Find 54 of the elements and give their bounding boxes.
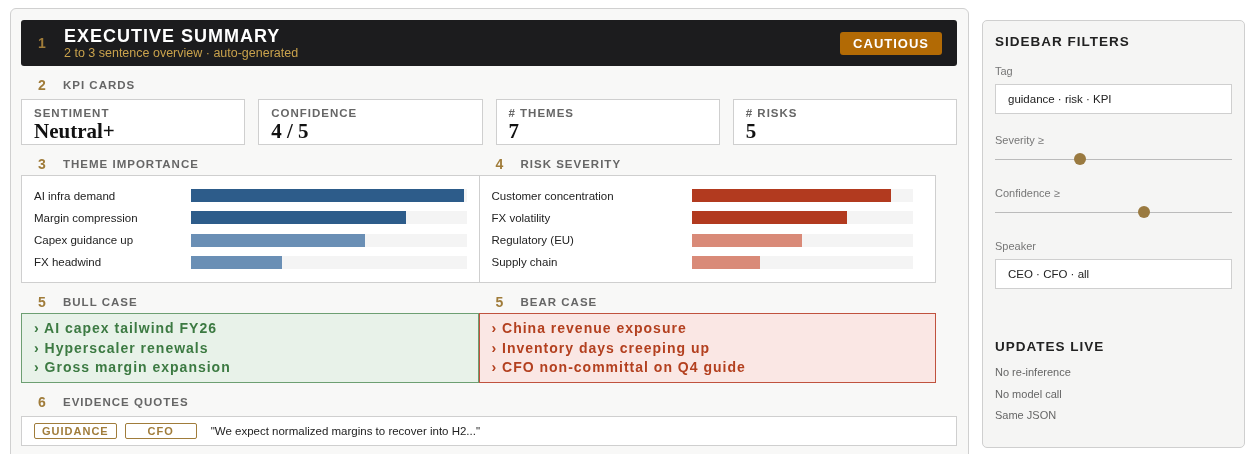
filter-label: Speaker: [995, 240, 1037, 252]
section-number: 3: [38, 156, 47, 172]
note-text: No model call: [995, 386, 1063, 402]
slider-thumb[interactable]: [1138, 206, 1151, 218]
section-number: 5: [38, 294, 47, 310]
quote-tag: CFO: [124, 423, 197, 439]
kpi-value: 7: [508, 120, 520, 142]
section-title: RISK SEVERITY: [520, 158, 622, 170]
slider-thumb[interactable]: [1074, 153, 1087, 165]
kpi-value: Neutral+: [34, 120, 116, 142]
bar-label: Supply chain: [491, 256, 559, 269]
note-text: No re-inference: [995, 365, 1072, 380]
section-number: 2: [38, 77, 47, 93]
kpi-value: 5: [745, 120, 758, 142]
case-point: › AI capex tailwind FY26: [34, 319, 218, 338]
case-point: › Inventory days creeping up: [491, 338, 712, 358]
section-subtitle: 2 to 3 sentence overview · auto-generated: [64, 46, 300, 60]
case-point: › CFO non-committal on Q4 guide: [491, 358, 747, 377]
status-badge: CAUTIOUS: [840, 31, 942, 55]
section-title: THEME IMPORTANCE: [63, 158, 199, 170]
bar-label: Customer concentration: [491, 189, 615, 202]
section-title: KPI CARDS: [63, 79, 136, 91]
section-title: BEAR CASE: [520, 296, 598, 308]
sidebar-title: UPDATES LIVE: [995, 339, 1106, 354]
bar-label: Capex guidance up: [34, 234, 135, 247]
quote-text: "We expect normalized margins to recover into H2...": [210, 425, 481, 437]
case-point: › Gross margin expansion: [34, 358, 232, 377]
kpi-value: 4 / 5: [271, 120, 310, 142]
section-number: 5: [495, 294, 505, 310]
quote-tag: GUIDANCE: [34, 423, 117, 439]
kpi-label: # THEMES: [508, 107, 575, 120]
section-title: EVIDENCE QUOTES: [63, 396, 189, 408]
bar-label: FX volatility: [491, 211, 552, 224]
filter-label: Confidence ≥: [995, 187, 1061, 199]
bar-label: FX headwind: [34, 256, 103, 269]
bar-label: Regulatory (EU): [491, 234, 575, 247]
case-point: › China revenue exposure: [491, 319, 688, 338]
input-field[interactable]: CEO · CFO · all: [995, 259, 1232, 289]
section-number: 6: [38, 394, 47, 410]
section-number: 4: [495, 156, 505, 172]
kpi-label: SENTIMENT: [34, 107, 111, 120]
filter-label: Severity ≥: [995, 134, 1045, 146]
section-title: BULL CASE: [63, 296, 138, 308]
section-title: EXECUTIVE SUMMARY: [64, 26, 282, 46]
kpi-label: CONFIDENCE: [271, 107, 359, 120]
bar-label: AI infra demand: [34, 189, 117, 202]
kpi-label: # RISKS: [745, 107, 799, 120]
bar-label: Margin compression: [34, 211, 139, 224]
section-number: 1: [38, 35, 47, 51]
note-text: Same JSON: [995, 408, 1058, 423]
input-field[interactable]: guidance · risk · KPI: [995, 84, 1232, 114]
case-point: › Hyperscaler renewals: [34, 338, 210, 358]
sidebar-title: SIDEBAR FILTERS: [995, 34, 1131, 49]
filter-label: Tag: [995, 65, 1014, 77]
